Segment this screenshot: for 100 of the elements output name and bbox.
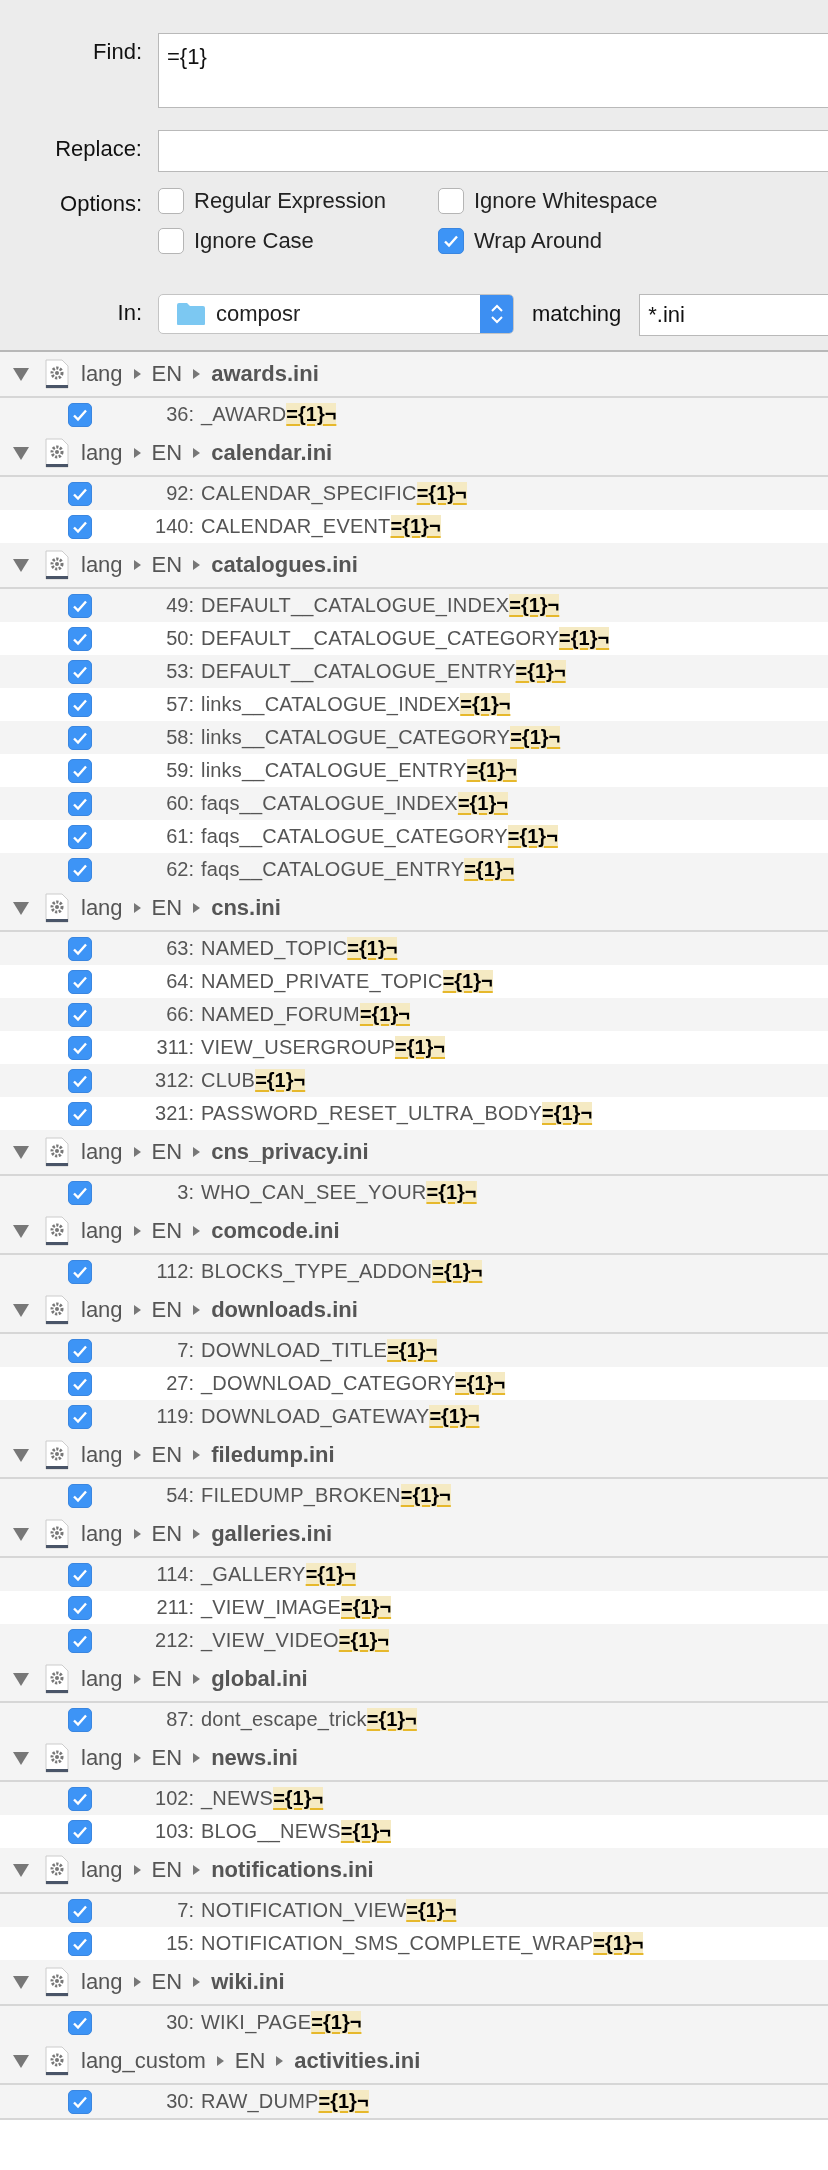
checkbox[interactable] (68, 1002, 92, 1027)
checkbox[interactable] (68, 2089, 92, 2114)
checkbox[interactable] (68, 1180, 92, 1205)
file-header[interactable]: lang_custom EN activities.ini (0, 2039, 828, 2086)
checkbox[interactable] (68, 969, 92, 994)
disclosure-icon[interactable] (12, 557, 30, 574)
file-header[interactable]: lang EN wiki.ini (0, 1960, 828, 2007)
match-row[interactable]: 36: _AWARD={1}¬ (0, 398, 828, 432)
file-header[interactable]: lang EN news.ini (0, 1736, 828, 1783)
checkbox[interactable] (68, 1101, 92, 1126)
checkbox[interactable] (68, 936, 92, 961)
disclosure-icon[interactable] (12, 1302, 30, 1319)
checkbox[interactable] (68, 1483, 92, 1508)
file-header[interactable]: lang EN cns_privacy.ini (0, 1130, 828, 1177)
file-header[interactable]: lang EN galleries.ini (0, 1512, 828, 1559)
disclosure-icon[interactable] (12, 1447, 30, 1464)
match-row[interactable]: 54: FILEDUMP_BROKEN={1}¬ (0, 1479, 828, 1513)
checkbox[interactable] (68, 1404, 92, 1429)
disclosure-icon[interactable] (12, 1144, 30, 1161)
checkbox[interactable] (68, 1819, 92, 1844)
checkbox[interactable] (158, 188, 184, 214)
checkmark-icon (72, 1600, 88, 1615)
disclosure-icon[interactable] (12, 445, 30, 462)
match-row[interactable]: 7: NOTIFICATION_VIEW={1}¬ (0, 1894, 828, 1928)
checkbox[interactable] (68, 1898, 92, 1923)
checkbox[interactable] (68, 857, 92, 882)
match-row[interactable]: 3: WHO_CAN_SEE_YOUR={1}¬ (0, 1176, 828, 1210)
option-checkbox[interactable]: Ignore Whitespace (438, 188, 718, 214)
disclosure-icon[interactable] (12, 2053, 30, 2070)
file-header[interactable]: lang EN notifications.ini (0, 1848, 828, 1895)
checkbox[interactable] (68, 824, 92, 849)
checkbox[interactable] (68, 1068, 92, 1093)
match-row[interactable]: 112: BLOCKS_TYPE_ADDON={1}¬ (0, 1255, 828, 1289)
checkbox[interactable] (68, 1931, 92, 1956)
match-row[interactable]: 114: _GALLERY={1}¬ (0, 1558, 828, 1592)
checkbox[interactable] (68, 1371, 92, 1396)
file-header[interactable]: lang EN downloads.ini (0, 1288, 828, 1335)
checkmark-icon (72, 1824, 88, 1839)
checkbox[interactable] (68, 402, 92, 427)
match-row[interactable]: 30: WIKI_PAGE={1}¬ (0, 2006, 828, 2040)
checkbox[interactable] (68, 1707, 92, 1732)
checkbox[interactable] (68, 1786, 92, 1811)
disclosure-icon[interactable] (12, 366, 30, 383)
option-checkbox[interactable]: Ignore Case (158, 228, 438, 254)
match-row[interactable]: 119: DOWNLOAD_GATEWAY={1}¬ (0, 1400, 828, 1434)
disclosure-icon[interactable] (12, 1671, 30, 1688)
checkbox[interactable] (158, 228, 184, 254)
file-header[interactable]: lang EN catalogues.ini (0, 543, 828, 590)
match-row[interactable]: 212: _VIEW_VIDEO={1}¬ (0, 1624, 828, 1658)
match-row[interactable]: 58: links__CATALOGUE_CATEGORY={1}¬ (0, 721, 828, 755)
file-header[interactable]: lang EN cns.ini (0, 886, 828, 933)
checkbox[interactable] (68, 725, 92, 750)
settings-file-icon (45, 1137, 69, 1168)
checkbox[interactable] (68, 1259, 92, 1284)
match-row[interactable]: 53: DEFAULT__CATALOGUE_ENTRY={1}¬ (0, 655, 828, 689)
checkbox[interactable] (68, 758, 92, 783)
checkbox[interactable] (68, 481, 92, 506)
checkbox[interactable] (68, 1562, 92, 1587)
disclosure-icon[interactable] (12, 1862, 30, 1879)
find-field[interactable]: ={1} (158, 33, 828, 108)
checkbox[interactable] (68, 626, 92, 651)
checkbox[interactable] (68, 514, 92, 539)
checkbox[interactable] (438, 188, 464, 214)
file-header[interactable]: lang EN global.ini (0, 1657, 828, 1704)
checkbox[interactable] (68, 1338, 92, 1363)
checkbox[interactable] (68, 593, 92, 618)
checkbox[interactable] (68, 692, 92, 717)
replace-field[interactable] (158, 130, 828, 172)
checkbox[interactable] (68, 1035, 92, 1060)
match-row[interactable]: 7: DOWNLOAD_TITLE={1}¬ (0, 1334, 828, 1368)
match-row[interactable]: 60: faqs__CATALOGUE_INDEX={1}¬ (0, 787, 828, 821)
checkbox[interactable] (68, 1628, 92, 1653)
match-row[interactable]: 92: CALENDAR_SPECIFIC={1}¬ (0, 477, 828, 511)
checkbox[interactable] (68, 2010, 92, 2035)
file-header[interactable]: lang EN calendar.ini (0, 431, 828, 478)
match-row[interactable]: 63: NAMED_TOPIC={1}¬ (0, 932, 828, 966)
file-header[interactable]: lang EN filedump.ini (0, 1433, 828, 1480)
matching-field[interactable]: *.ini (639, 294, 828, 336)
match-row[interactable]: 62: faqs__CATALOGUE_ENTRY={1}¬ (0, 853, 828, 887)
disclosure-icon[interactable] (12, 900, 30, 917)
file-header[interactable]: lang EN awards.ini (0, 352, 828, 399)
path-label: EN (151, 895, 183, 922)
match-row[interactable]: 66: NAMED_FORUM={1}¬ (0, 998, 828, 1032)
option-checkbox[interactable]: Regular Expression (158, 188, 438, 214)
match-row[interactable]: 49: DEFAULT__CATALOGUE_INDEX={1}¬ (0, 589, 828, 623)
folder-popup[interactable]: composr (158, 294, 514, 334)
checkbox[interactable] (68, 791, 92, 816)
option-checkbox[interactable]: Wrap Around (438, 228, 718, 254)
match-row[interactable]: 312: CLUB={1}¬ (0, 1064, 828, 1098)
disclosure-icon[interactable] (12, 1223, 30, 1240)
disclosure-icon[interactable] (12, 1750, 30, 1767)
checkbox[interactable] (438, 228, 464, 254)
match-row[interactable]: 30: RAW_DUMP={1}¬ (0, 2085, 828, 2119)
checkbox[interactable] (68, 659, 92, 684)
disclosure-icon[interactable] (12, 1526, 30, 1543)
match-row[interactable]: 87: dont_escape_trick={1}¬ (0, 1703, 828, 1737)
file-header[interactable]: lang EN comcode.ini (0, 1209, 828, 1256)
disclosure-icon[interactable] (12, 1974, 30, 1991)
match-row[interactable]: 102: _NEWS={1}¬ (0, 1782, 828, 1816)
checkbox[interactable] (68, 1595, 92, 1620)
